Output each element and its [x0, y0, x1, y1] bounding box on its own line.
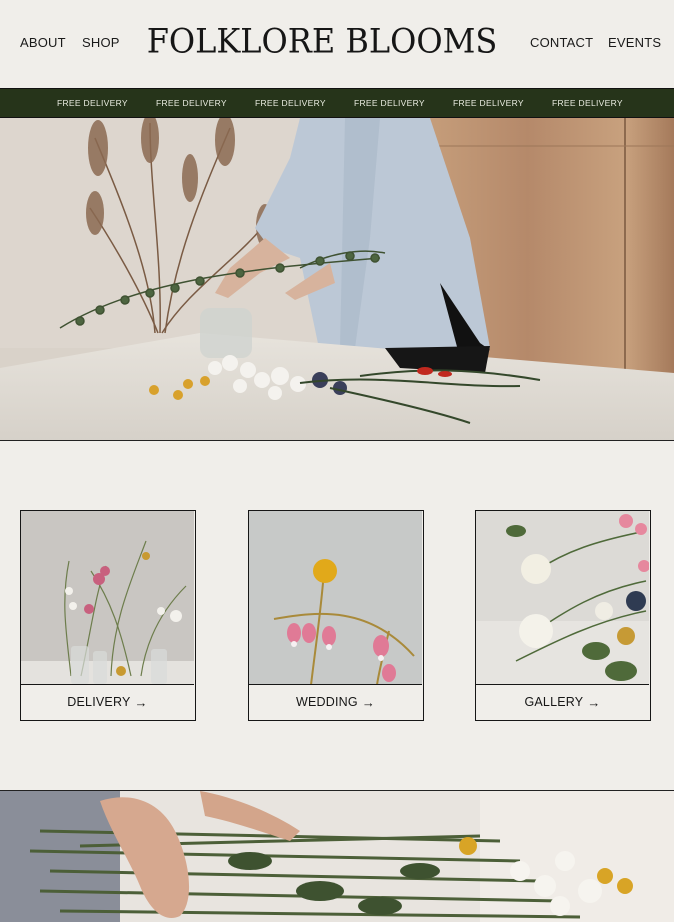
delivery-card-photo: [21, 511, 194, 685]
hero-photo-illustration: [0, 118, 674, 440]
hero-florist-photo: [0, 118, 674, 441]
arrow-right-icon: →: [134, 694, 148, 710]
flowers-in-vases-photo: [21, 511, 194, 684]
delivery-card[interactable]: DELIVERY →: [20, 510, 196, 721]
nav-contact-link[interactable]: CONTACT: [530, 35, 593, 50]
white-ranunculus-photo: [476, 511, 649, 684]
nav-events-link[interactable]: EVENTS: [608, 35, 661, 50]
wedding-card-photo: [249, 511, 422, 685]
banner-item: FREE DELIVERY: [255, 98, 326, 108]
wedding-card[interactable]: WEDDING →: [248, 510, 424, 721]
banner-item: FREE DELIVERY: [57, 98, 128, 108]
craspedia-bleeding-heart-photo: [249, 511, 422, 684]
wedding-link[interactable]: WEDDING →: [249, 685, 422, 719]
bottom-flowers-photo: [0, 790, 674, 922]
banner-item: FREE DELIVERY: [156, 98, 227, 108]
gallery-label: GALLERY: [524, 695, 584, 709]
delivery-label: DELIVERY: [67, 695, 131, 709]
arrow-right-icon: →: [361, 694, 376, 710]
gallery-card-photo: [476, 511, 649, 685]
banner-item: FREE DELIVERY: [354, 98, 425, 108]
arrow-right-icon: →: [587, 694, 601, 710]
hands-arranging-stems-photo: [0, 791, 674, 922]
delivery-link[interactable]: DELIVERY →: [21, 685, 194, 719]
free-delivery-banner: FREE DELIVERY FREE DELIVERY FREE DELIVER…: [0, 88, 674, 118]
banner-item: FREE DELIVERY: [453, 98, 524, 108]
gallery-card[interactable]: GALLERY →: [475, 510, 651, 721]
site-header: ABOUT SHOP FOLKLORE BLOOMS CONTACT EVENT…: [0, 0, 674, 88]
gallery-link[interactable]: GALLERY →: [476, 685, 649, 719]
wedding-label: WEDDING: [295, 695, 358, 709]
banner-item: FREE DELIVERY: [552, 98, 623, 108]
